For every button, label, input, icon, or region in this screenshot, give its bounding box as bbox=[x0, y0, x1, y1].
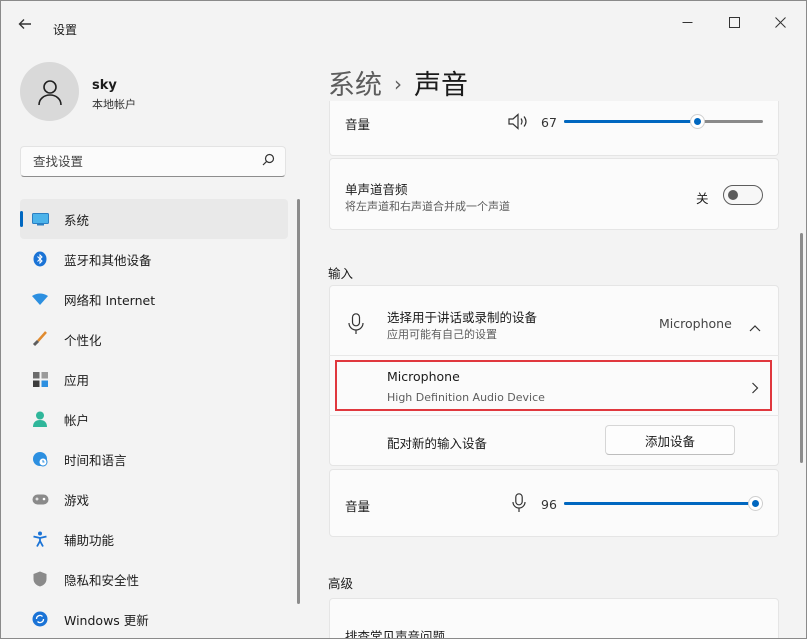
sidebar-item-label: 时间和语言 bbox=[64, 452, 127, 468]
sidebar-item-accounts[interactable]: 帐户 bbox=[20, 399, 288, 439]
slider-thumb[interactable] bbox=[748, 496, 763, 511]
chevron-right-icon: › bbox=[394, 72, 402, 96]
highlight-box bbox=[335, 360, 772, 411]
divider bbox=[329, 355, 779, 356]
sidebar-item-label: 应用 bbox=[64, 372, 90, 388]
chevron-up-icon[interactable] bbox=[749, 317, 761, 336]
output-volume-label: 音量 bbox=[345, 117, 371, 132]
sidebar-item-label: Windows 更新 bbox=[64, 612, 149, 628]
apps-icon bbox=[30, 369, 50, 389]
sidebar-item-privacy[interactable]: 隐私和安全性 bbox=[20, 559, 288, 599]
sidebar-item-label: 游戏 bbox=[64, 492, 90, 508]
sidebar-item-label: 网络和 Internet bbox=[64, 292, 156, 308]
add-device-button[interactable]: 添加设备 bbox=[605, 425, 735, 455]
person-icon bbox=[37, 79, 62, 105]
sidebar-item-label: 个性化 bbox=[64, 332, 102, 348]
monitor-icon bbox=[30, 209, 50, 229]
clock-globe-icon bbox=[30, 449, 50, 469]
accessibility-icon bbox=[30, 529, 50, 549]
sidebar-item-network[interactable]: 网络和 Internet bbox=[20, 279, 288, 319]
speaker-icon[interactable] bbox=[508, 113, 530, 134]
input-device-desc: 应用可能有自己的设置 bbox=[387, 328, 497, 341]
input-device-title: 选择用于讲话或录制的设备 bbox=[387, 310, 538, 325]
output-volume-slider[interactable] bbox=[564, 114, 763, 129]
sidebar-item-windows-update[interactable]: Windows 更新 bbox=[20, 599, 288, 638]
microphone-icon bbox=[348, 313, 364, 339]
sidebar-item-personalization[interactable]: 个性化 bbox=[20, 319, 288, 359]
input-volume-slider[interactable] bbox=[564, 496, 763, 511]
breadcrumb-parent[interactable]: 系统 bbox=[328, 70, 382, 101]
sidebar-item-time-language[interactable]: 时间和语言 bbox=[20, 439, 288, 479]
sidebar-nav: 系统 蓝牙和其他设备 网络和 Internet 个性化 应用 帐户 时间和语言 … bbox=[20, 199, 288, 638]
search-box[interactable] bbox=[20, 146, 286, 177]
sidebar-item-system[interactable]: 系统 bbox=[20, 199, 288, 239]
input-volume-label: 音量 bbox=[345, 499, 371, 514]
slider-fill bbox=[564, 502, 755, 505]
close-icon[interactable] bbox=[757, 9, 803, 35]
sidebar-item-accessibility[interactable]: 辅助功能 bbox=[20, 519, 288, 559]
content-scrollbar[interactable] bbox=[800, 233, 803, 463]
title-bar: 设置 bbox=[1, 1, 806, 41]
sidebar-item-label: 帐户 bbox=[64, 412, 90, 428]
toggle-state-label: 关 bbox=[696, 191, 709, 206]
slider-thumb[interactable] bbox=[690, 114, 705, 129]
toggle-knob bbox=[728, 190, 738, 200]
search-icon[interactable] bbox=[262, 153, 275, 170]
selected-input-device[interactable]: Microphone bbox=[659, 316, 732, 331]
divider bbox=[329, 415, 779, 416]
input-section-heading: 输入 bbox=[328, 266, 354, 281]
sidebar-item-label: 隐私和安全性 bbox=[64, 572, 140, 588]
sidebar-item-label: 系统 bbox=[64, 212, 90, 228]
user-name: sky bbox=[92, 78, 117, 93]
sync-icon bbox=[30, 609, 50, 629]
mono-audio-desc: 将左声道和右声道合并成一个声道 bbox=[345, 200, 510, 213]
person-icon bbox=[30, 409, 50, 429]
microphone-icon[interactable] bbox=[512, 493, 526, 517]
slider-fill bbox=[564, 120, 697, 123]
account-type: 本地帐户 bbox=[92, 98, 136, 111]
output-volume-value: 67 bbox=[541, 115, 557, 130]
mono-audio-toggle[interactable] bbox=[723, 185, 763, 205]
back-arrow-icon[interactable] bbox=[15, 14, 35, 34]
sidebar-item-gaming[interactable]: 游戏 bbox=[20, 479, 288, 519]
window-title: 设置 bbox=[53, 23, 78, 37]
brush-icon bbox=[30, 329, 50, 349]
wifi-icon bbox=[30, 289, 50, 309]
avatar[interactable] bbox=[20, 62, 79, 121]
breadcrumb: 系统 › 声音 bbox=[328, 63, 468, 102]
pair-input-device-label: 配对新的输入设备 bbox=[387, 436, 488, 451]
sidebar-item-apps[interactable]: 应用 bbox=[20, 359, 288, 399]
sidebar-item-label: 辅助功能 bbox=[64, 532, 115, 548]
sidebar-item-bluetooth[interactable]: 蓝牙和其他设备 bbox=[20, 239, 288, 279]
page-title: 声音 bbox=[414, 70, 468, 101]
sidebar-scrollbar[interactable] bbox=[297, 199, 300, 604]
advanced-section-heading: 高级 bbox=[328, 576, 354, 591]
search-input[interactable] bbox=[31, 153, 255, 170]
mono-audio-title: 单声道音频 bbox=[345, 182, 408, 197]
minimize-icon[interactable] bbox=[664, 9, 710, 35]
sidebar-item-label: 蓝牙和其他设备 bbox=[64, 252, 152, 268]
shield-icon bbox=[30, 569, 50, 589]
troubleshoot-label: 排查常见声音问题 bbox=[345, 629, 446, 639]
maximize-icon[interactable] bbox=[711, 9, 757, 35]
gamepad-icon bbox=[30, 489, 50, 509]
bluetooth-icon bbox=[30, 249, 50, 269]
settings-window: 设置 sky 本地帐户 系统 bbox=[0, 0, 807, 639]
input-volume-value: 96 bbox=[541, 497, 557, 512]
